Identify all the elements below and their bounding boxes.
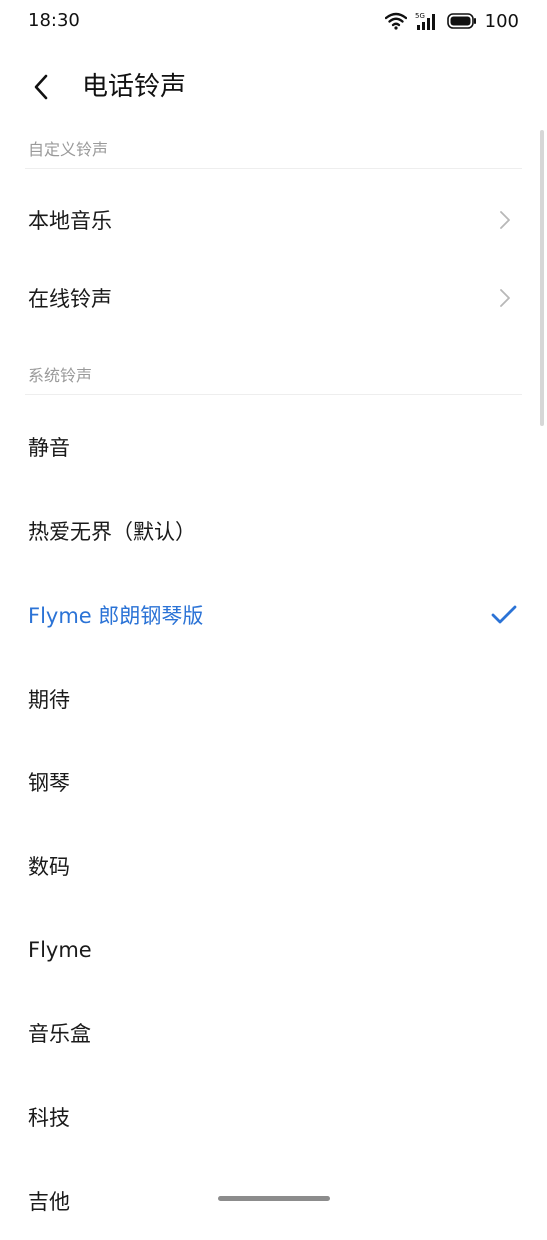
battery-level: 100 [484, 10, 519, 32]
list-item-ringtone[interactable]: 期待 [0, 660, 547, 738]
list-item-label: 吉他 [28, 1190, 70, 1214]
list-item-label: 钢琴 [28, 771, 70, 795]
list-item-ringtone[interactable]: 吉他 [0, 1162, 547, 1240]
chevron-right-icon [500, 289, 510, 307]
list-item-label: 科技 [28, 1106, 70, 1130]
list-item-ringtone-selected[interactable]: Flyme 郎朗钢琴版 [0, 576, 547, 654]
list-item-label: Flyme 郎朗钢琴版 [28, 604, 204, 628]
battery-icon [446, 13, 476, 29]
app-header: 电话铃声 [0, 60, 547, 116]
list-item-ringtone[interactable]: 音乐盒 [0, 994, 547, 1072]
section-header-system: 系统铃声 [28, 366, 93, 385]
signal-5g-icon: 5G [415, 12, 435, 30]
scrollbar[interactable] [540, 130, 544, 426]
list-item-label: 本地音乐 [28, 209, 112, 233]
divider [25, 394, 522, 395]
list-item-ringtone[interactable]: 钢琴 [0, 743, 547, 821]
status-time: 18:30 [28, 10, 80, 31]
section-header-custom: 自定义铃声 [28, 140, 109, 159]
list-item-ringtone[interactable]: 热爱无界（默认） [0, 492, 547, 570]
home-indicator[interactable] [218, 1196, 330, 1201]
page-title: 电话铃声 [82, 72, 187, 102]
svg-text:5G: 5G [415, 12, 425, 20]
wifi-icon [384, 12, 407, 30]
status-icons: 5G 100 [384, 10, 519, 32]
chevron-right-icon [500, 211, 510, 229]
list-item-label: 音乐盒 [28, 1022, 91, 1046]
list-item-label: 数码 [28, 855, 70, 879]
divider [25, 168, 522, 169]
list-item-label: 期待 [28, 688, 70, 712]
list-item-online-ringtones[interactable]: 在线铃声 [0, 259, 547, 337]
list-item-label: 在线铃声 [28, 287, 112, 311]
chevron-left-icon [34, 74, 48, 100]
list-item-label: Flyme [28, 938, 92, 962]
list-item-label: 热爱无界（默认） [28, 520, 196, 544]
checkmark-icon [491, 605, 517, 624]
list-item-ringtone[interactable]: 数码 [0, 827, 547, 905]
back-button[interactable] [26, 72, 56, 102]
list-item-label: 静音 [28, 436, 70, 460]
list-item-ringtone[interactable]: 科技 [0, 1078, 547, 1156]
status-bar: 18:30 5G 100 [0, 0, 547, 42]
list-item-ringtone[interactable]: 静音 [0, 408, 547, 486]
list-item-ringtone[interactable]: Flyme [0, 911, 547, 989]
list-item-local-music[interactable]: 本地音乐 [0, 181, 547, 259]
